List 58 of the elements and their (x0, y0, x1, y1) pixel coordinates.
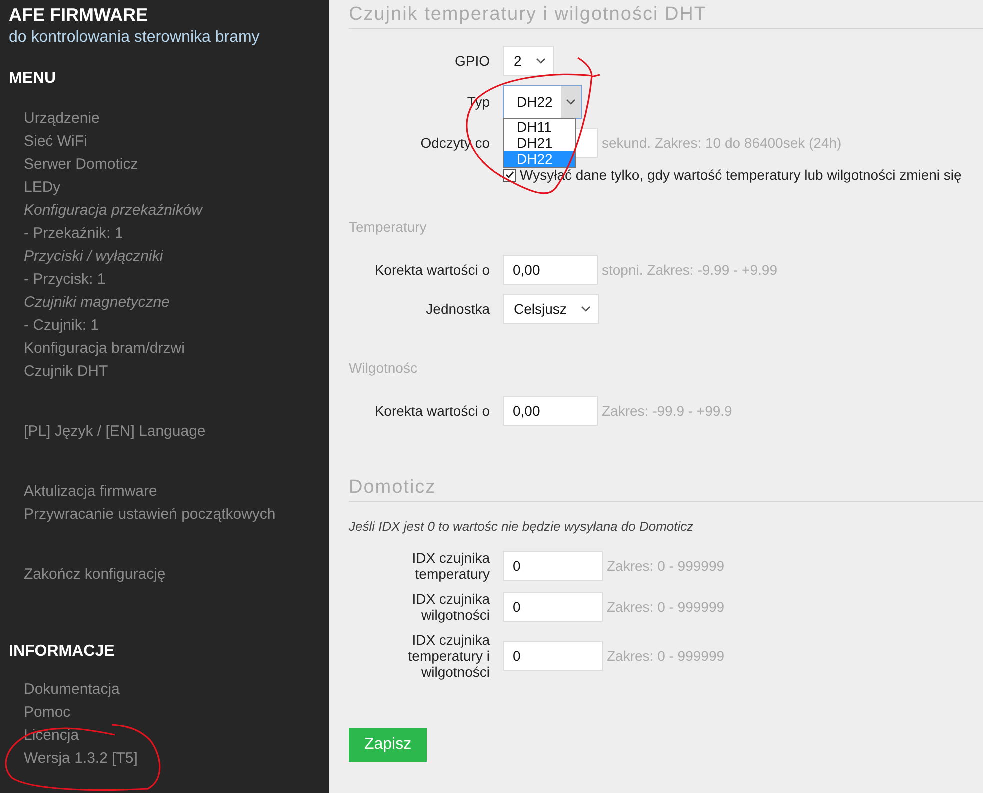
field-label: GPIO (454, 53, 490, 69)
section-heading: INFORMACJE (9, 643, 115, 661)
menu-group-label: Przyciski / wyłączniki (24, 247, 164, 267)
menu-link[interactable]: Sieć WiFi (24, 130, 88, 153)
section-title: Domoticz (349, 476, 983, 502)
input-field[interactable]: 0,00 (503, 396, 598, 426)
menu-link[interactable]: Czujnik DHT (24, 360, 108, 383)
field-label: IDX czujnika wilgotności (411, 591, 490, 623)
field-label: Korekta wartości o (374, 262, 490, 278)
hint-text: Zakres: 0 - 999999 (607, 558, 725, 574)
app-subtitle: do kontrolowania sterownika bramy (9, 28, 260, 48)
menu-link[interactable]: [PL] Język / [EN] Language (24, 420, 206, 443)
subsection-title: Wilgotnośc (349, 359, 418, 377)
menu-link[interactable]: - Czujnik: 1 (24, 314, 100, 337)
menu-link[interactable]: - Przekaźnik: 1 (24, 222, 124, 245)
dropdown[interactable]: DH22 (503, 85, 582, 119)
menu-link[interactable]: LEDy (24, 176, 61, 199)
dropdown-option[interactable]: DH11 (504, 119, 575, 135)
dropdown[interactable]: Celsjusz (503, 294, 599, 324)
subsection-title: Temperatury (349, 218, 427, 236)
input-field[interactable]: 0 (503, 592, 603, 622)
chevron-down-icon (566, 99, 576, 105)
menu-link[interactable]: Dokumentacja (24, 678, 120, 701)
menu-group-label: Konfiguracja przekaźników (24, 201, 202, 221)
menu-link[interactable]: Aktulizacja firmware (24, 480, 158, 503)
version-text: Wersja 1.3.2 [T5] (24, 749, 138, 769)
menu-link[interactable]: Licencja (24, 724, 80, 747)
dropdown-option[interactable]: DH22 (504, 151, 575, 167)
field-label: IDX czujnika temperatury i wilgotności (407, 632, 490, 680)
menu-link[interactable]: Przywracanie ustawień początkowych (24, 503, 276, 526)
info-note: Jeśli IDX jest 0 to wartośc nie będzie wysyłana do Domoticz (349, 519, 694, 535)
hint-text: Zakres: 0 - 999999 (607, 599, 725, 615)
menu-link[interactable]: Zakończ konfigurację (24, 563, 166, 586)
input-field[interactable]: 0 (503, 551, 603, 581)
hint-text: Zakres: -99.9 - +99.9 (602, 403, 732, 419)
input-field[interactable]: 0 (503, 641, 603, 671)
section-heading: MENU (9, 70, 56, 88)
field-label: IDX czujnika temperatury (411, 550, 490, 582)
dropdown-option[interactable]: DH21 (504, 135, 575, 151)
field-label: Jednostka (425, 301, 490, 317)
hint-text: Zakres: 0 - 999999 (607, 648, 725, 664)
section-title: Czujnik temperatury i wilgotności DHT (349, 3, 983, 29)
menu-link[interactable]: Urządzenie (24, 107, 100, 130)
menu-link[interactable]: Pomoc (24, 701, 71, 724)
menu-link[interactable]: Konfiguracja bram/drzwi (24, 337, 185, 360)
field-label: Korekta wartości o (374, 403, 490, 419)
checkbox[interactable] (503, 168, 516, 182)
dropdown[interactable]: 2 (503, 46, 554, 76)
hint-text: stopni. Zakres: -9.99 - +9.99 (602, 262, 778, 278)
menu-link[interactable]: Serwer Domoticz (24, 153, 138, 176)
chevron-down-icon (536, 58, 546, 64)
save-button[interactable]: Zapisz (349, 728, 427, 762)
hint-text: sekund. Zakres: 10 do 86400sek (24h) (602, 135, 842, 151)
menu-link[interactable]: - Przycisk: 1 (24, 268, 106, 291)
chevron-down-icon (580, 306, 591, 312)
input-field[interactable]: 0,00 (503, 255, 598, 285)
app-title: AFE FIRMWARE (9, 5, 148, 25)
menu-group-label: Czujniki magnetyczne (24, 293, 170, 313)
